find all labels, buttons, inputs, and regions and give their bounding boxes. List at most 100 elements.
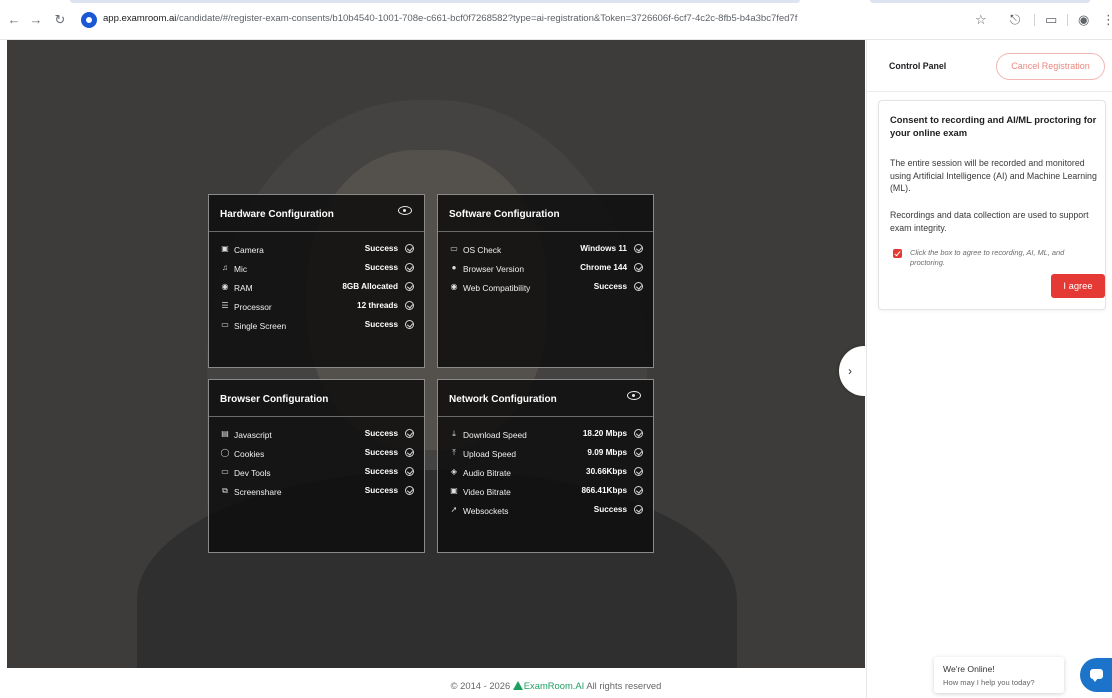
menu-icon[interactable]: ⋮ <box>1102 11 1112 29</box>
row-value: Success <box>364 467 398 476</box>
panel-title: Browser Configuration <box>220 394 329 405</box>
profile-icon[interactable]: ◉ <box>1078 11 1089 29</box>
check-icon <box>634 244 643 253</box>
rights-text: All rights reserved <box>586 680 662 691</box>
control-panel-header: Control Panel Cancel Registration <box>867 40 1112 92</box>
config-row: ▤ Javascript Success <box>209 428 424 447</box>
chat-greeting[interactable]: We're Online! How may I help you today? <box>934 657 1064 693</box>
cancel-registration-button[interactable]: Cancel Registration <box>996 53 1105 80</box>
toolbar-divider <box>1067 14 1068 26</box>
config-row: ▭ OS Check Windows 11 <box>438 243 653 262</box>
config-row: ▣ Video Bitrate 866.41Kbps <box>438 485 653 504</box>
consent-card: Consent to recording and AI/ML proctorin… <box>878 100 1106 310</box>
control-panel: Control Panel Cancel Registration Consen… <box>866 40 1112 698</box>
panel-header: Browser Configuration <box>209 380 424 417</box>
cast-icon[interactable]: ▭ <box>1045 11 1057 29</box>
bookmark-star-icon[interactable]: ☆ <box>975 11 987 29</box>
panel-header: Network Configuration <box>438 380 653 417</box>
network-config-panel: Network Configuration ⤓ Download Speed 18.… <box>437 379 654 553</box>
browser-config-panel: Browser Configuration ▤ Javascript Success… <box>208 379 425 553</box>
row-label: Websockets <box>463 506 509 516</box>
consent-checkbox-label[interactable]: Click the box to agree to recording, AI,… <box>910 248 1100 268</box>
processor-icon: ☰ <box>221 301 229 310</box>
tab-strip <box>70 0 800 3</box>
code-icon: ▤ <box>221 429 229 438</box>
row-value: Success <box>364 429 398 438</box>
ram-icon: ◉ <box>221 282 229 291</box>
site-info-icon[interactable] <box>81 12 97 28</box>
row-value: 8GB Allocated <box>342 282 398 291</box>
row-value: 18.20 Mbps <box>582 429 627 438</box>
config-row: ▣ Camera Success <box>209 243 424 262</box>
brand-logo[interactable]: ExamRoom.AI <box>512 680 585 691</box>
config-row: ◯ Cookies Success <box>209 447 424 466</box>
row-value: Success <box>593 282 627 291</box>
config-row: ⤒ Upload Speed 9.09 Mbps <box>438 447 653 466</box>
row-value: 12 threads <box>357 301 398 310</box>
address-bar[interactable]: app.examroom.ai/candidate/#/register-exa… <box>103 13 797 24</box>
row-label: Dev Tools <box>234 468 271 478</box>
brand-name: ExamRoom.AI <box>523 680 585 691</box>
copyright-text: © 2014 - 2026 <box>450 680 511 691</box>
config-row: ◉ Web Compatibility Success <box>438 281 653 300</box>
eye-icon[interactable] <box>627 391 641 400</box>
row-value: Success <box>593 505 627 514</box>
row-label: Cookies <box>234 449 265 459</box>
panel-title: Network Configuration <box>449 394 557 405</box>
back-icon[interactable]: ← <box>6 12 22 28</box>
reload-icon[interactable]: ↻ <box>52 12 68 28</box>
video-icon: ▣ <box>450 486 458 495</box>
browser-toolbar: ← → ↻ app.examroom.ai/candidate/#/regist… <box>0 0 1112 40</box>
row-label: Download Speed <box>463 430 527 440</box>
check-icon <box>634 282 643 291</box>
row-label: Mic <box>234 264 248 274</box>
devtools-icon: ▭ <box>221 467 229 476</box>
control-panel-title: Control Panel <box>889 61 947 71</box>
audio-icon: ◈ <box>450 467 458 476</box>
row-value: Success <box>364 244 398 253</box>
row-label: Upload Speed <box>463 449 517 459</box>
check-icon <box>634 448 643 457</box>
url-path: /candidate/#/register-exam-consents/b10b… <box>176 13 798 24</box>
row-value: 9.09 Mbps <box>587 448 627 457</box>
row-label: OS Check <box>463 245 502 255</box>
extensions-icon[interactable]: ⎋ <box>1010 11 1020 29</box>
panel-header: Software Configuration <box>438 195 653 232</box>
forward-icon[interactable]: → <box>28 12 44 28</box>
config-row: ▭ Single Screen Success <box>209 319 424 338</box>
consent-checkbox[interactable] <box>893 249 902 258</box>
row-label: Browser Version <box>463 264 524 274</box>
screen-icon: ▭ <box>221 320 229 329</box>
config-row: ♫ Mic Success <box>209 262 424 281</box>
consent-title: Consent to recording and AI/ML proctorin… <box>890 114 1097 138</box>
globe-icon: ◉ <box>450 282 458 291</box>
consent-description: The entire session will be recorded and … <box>890 158 1097 193</box>
row-label: Web Compatibility <box>463 283 531 293</box>
row-value: 30.66Kbps <box>586 467 627 476</box>
download-icon: ⤓ <box>452 429 456 438</box>
row-value: Success <box>364 448 398 457</box>
row-label: Camera <box>234 245 264 255</box>
config-row: ➚ Websockets Success <box>438 504 653 523</box>
check-icon <box>405 448 414 457</box>
upload-icon: ⤒ <box>452 448 456 457</box>
config-row: ▭ Dev Tools Success <box>209 466 424 485</box>
check-icon <box>634 486 643 495</box>
check-icon <box>405 467 414 476</box>
check-icon <box>405 263 414 272</box>
config-row: ⧉ Screenshare Success <box>209 485 424 504</box>
webcam-preview <box>7 40 865 668</box>
chat-launcher-button[interactable] <box>1080 658 1112 692</box>
screenshare-icon: ⧉ <box>222 486 228 495</box>
config-row: ● Browser Version Chrome 144 <box>438 262 653 281</box>
eye-icon[interactable] <box>398 206 412 215</box>
row-label: Audio Bitrate <box>463 468 511 478</box>
url-host: app.examroom.ai <box>103 13 177 24</box>
panel-title: Software Configuration <box>449 209 560 220</box>
check-icon <box>405 429 414 438</box>
row-value: Success <box>364 320 398 329</box>
consent-integrity-note: Recordings and data collection are used … <box>890 210 1089 233</box>
agree-button[interactable]: I agree <box>1051 274 1105 298</box>
row-value: 866.41Kbps <box>581 486 627 495</box>
check-icon <box>405 486 414 495</box>
